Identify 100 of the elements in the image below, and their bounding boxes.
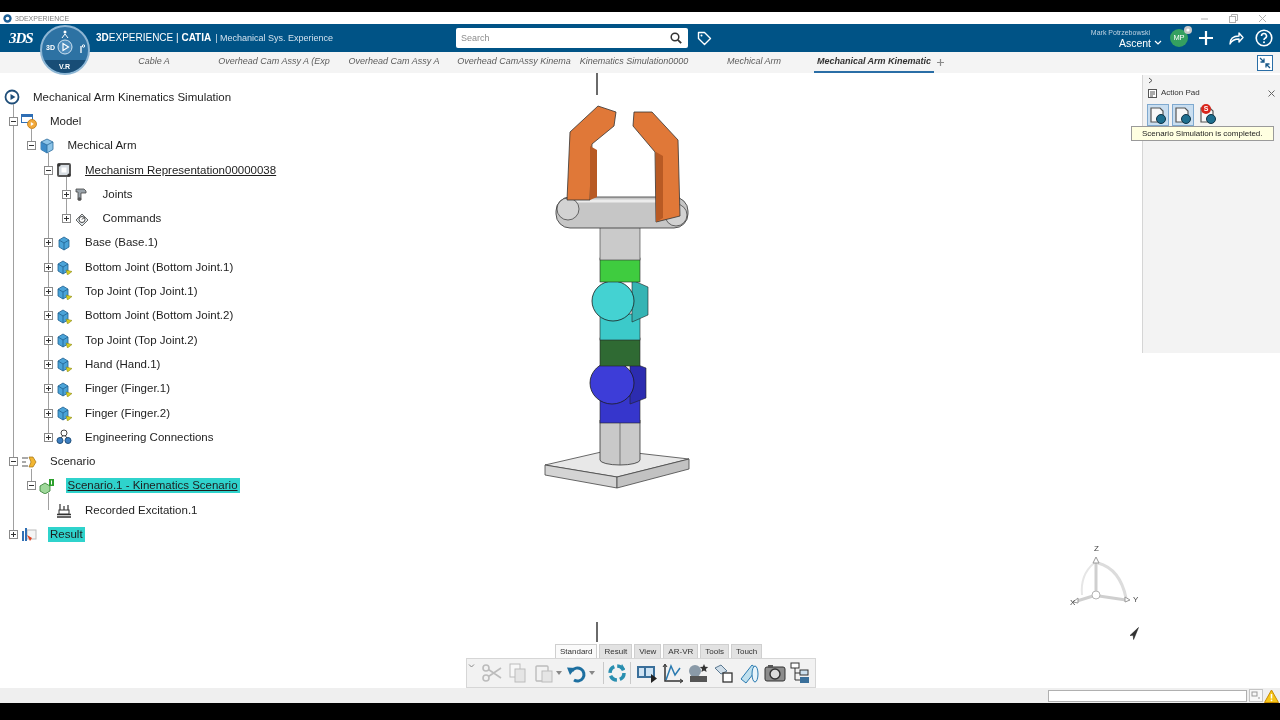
shrink-icon[interactable] [1257,54,1273,71]
flagged-block-icon [38,477,55,494]
tab[interactable]: Overhead Cam Assy A (Exp [214,52,334,73]
plus-box-icon[interactable] [44,311,53,321]
tab[interactable]: Overhead CamAssy Kinema [454,52,574,73]
toolbar-tab[interactable]: Result [599,644,633,658]
toolbar-tab[interactable]: AR-VR [663,644,699,658]
plus-box-icon[interactable] [61,189,71,199]
toolbar-tab[interactable]: View [634,644,662,658]
minus-box-icon[interactable] [26,141,36,151]
pin-icon[interactable] [79,44,85,53]
person-icon[interactable] [61,30,69,38]
block-link-icon [56,332,72,349]
tree-item[interactable]: Mechical Arm [65,138,139,154]
tree-item[interactable]: Engineering Connections [83,429,216,445]
refresh-icon[interactable] [606,662,628,684]
close-icon[interactable] [1268,89,1275,97]
bench-icon [56,502,72,519]
tree-item[interactable]: Result [48,527,85,542]
tree-item[interactable]: Mechanism Representation00000038 [83,162,279,178]
axis-label: Z [1094,544,1099,553]
window-toggle-icon[interactable] [1249,689,1263,702]
tab[interactable]: Cable A [94,52,214,73]
tree-item[interactable]: Scenario.1 - Kinematics Scenario [65,478,240,494]
tooltip: Scenario Simulation is completed. [1131,126,1274,141]
tree-item[interactable]: Scenario [48,454,98,470]
block-link-icon [56,283,72,300]
action-button[interactable] [1147,104,1169,126]
tree-item[interactable]: Hand (Hand.1) [83,356,163,372]
tree-item[interactable]: Bottom Joint (Bottom Joint.2) [83,308,236,324]
block-link-icon [56,405,72,421]
tree-item[interactable]: Commands [100,211,164,227]
tree-item[interactable]: Model [48,113,84,129]
tree-item[interactable]: Base (Base.1) [83,235,160,251]
plus-box-icon[interactable] [44,432,53,442]
plus-box-icon[interactable] [61,214,71,224]
minus-box-icon[interactable] [9,457,18,467]
block-link-icon [56,307,72,324]
tree-item[interactable]: Recorded Excitation.1 [83,502,200,518]
brand-logo: 3DS [9,30,34,46]
block-link-icon [56,380,72,397]
camera-icon[interactable] [763,662,786,684]
tree-item[interactable]: Top Joint (Top Joint.1) [83,284,200,299]
tree-item[interactable]: Finger (Finger.1) [83,381,172,397]
sequence-icon [21,453,37,470]
lens-icon[interactable] [738,662,760,684]
plus-box-icon[interactable] [44,384,53,394]
share-icon[interactable] [1228,30,1244,46]
window-play-icon [21,113,37,130]
minus-box-icon[interactable] [26,481,36,491]
plus-box-icon[interactable] [44,359,53,369]
toolbar-tab[interactable]: Touch [730,644,763,658]
chevron-down-icon [1154,40,1162,45]
tab[interactable]: Overhead Cam Assy A [334,52,454,73]
plus-box-icon[interactable] [9,530,18,539]
app-name: | Mechanical Sys. Experience [215,33,334,43]
chevron-right-icon[interactable] [1148,77,1154,84]
plus-box-icon[interactable] [44,287,53,296]
play-icon[interactable] [57,39,73,55]
tag-icon[interactable] [697,30,712,46]
linked-nodes-icon [56,429,72,446]
bracket-icon [73,186,90,203]
product-title: 3DEXPERIENCE | CATIA [96,33,212,43]
plus-box-icon[interactable] [44,238,53,248]
tree-item[interactable]: Bottom Joint (Bottom Joint.1) [83,259,236,275]
chart-window-icon [21,526,37,543]
toolbar-tab[interactable]: Tools [700,644,729,658]
status-field[interactable] [1048,689,1247,702]
search-field[interactable]: Search [456,28,688,48]
tab[interactable]: Kinematics Simulation0000 [574,52,694,73]
tree-item[interactable]: Mechanical Arm Kinematics Simulation [31,89,234,105]
cursor-icon [1129,627,1139,640]
search-icon[interactable] [670,32,682,44]
caret-icon[interactable] [589,671,595,675]
tree-boxes-icon[interactable] [789,662,811,684]
warning-icon[interactable] [1264,688,1279,703]
axis-label: X [1070,598,1076,607]
graph-icon[interactable] [661,662,684,684]
panel-icon [1148,88,1157,98]
block-link-icon [56,259,72,276]
plus-box-icon[interactable] [44,335,53,345]
minus-box-icon[interactable] [9,116,18,126]
badge-dot-icon [1184,26,1192,34]
tree-item[interactable]: Joints [100,186,135,202]
play-circle-icon [4,89,20,106]
plus-box-icon[interactable] [44,408,53,418]
minus-box-icon[interactable] [44,165,53,175]
plus-box-icon[interactable] [44,262,53,272]
toolbar-tab[interactable]: Standard [555,644,598,658]
workspace-menu[interactable]: Ascent [1118,36,1162,49]
panel-title: Action Pad [1161,89,1200,97]
tab[interactable]: Mechical Arm [694,52,814,73]
cube-icon [38,137,55,154]
sphere-star-icon[interactable] [687,662,709,684]
tree-item[interactable]: Finger (Finger.2) [83,405,172,421]
action-button[interactable] [1172,104,1194,126]
squares-icon[interactable] [712,662,735,684]
tree-item[interactable]: Top Joint (Top Joint.2) [83,332,200,348]
frame-icon [56,162,72,179]
help-icon[interactable] [1255,29,1273,47]
